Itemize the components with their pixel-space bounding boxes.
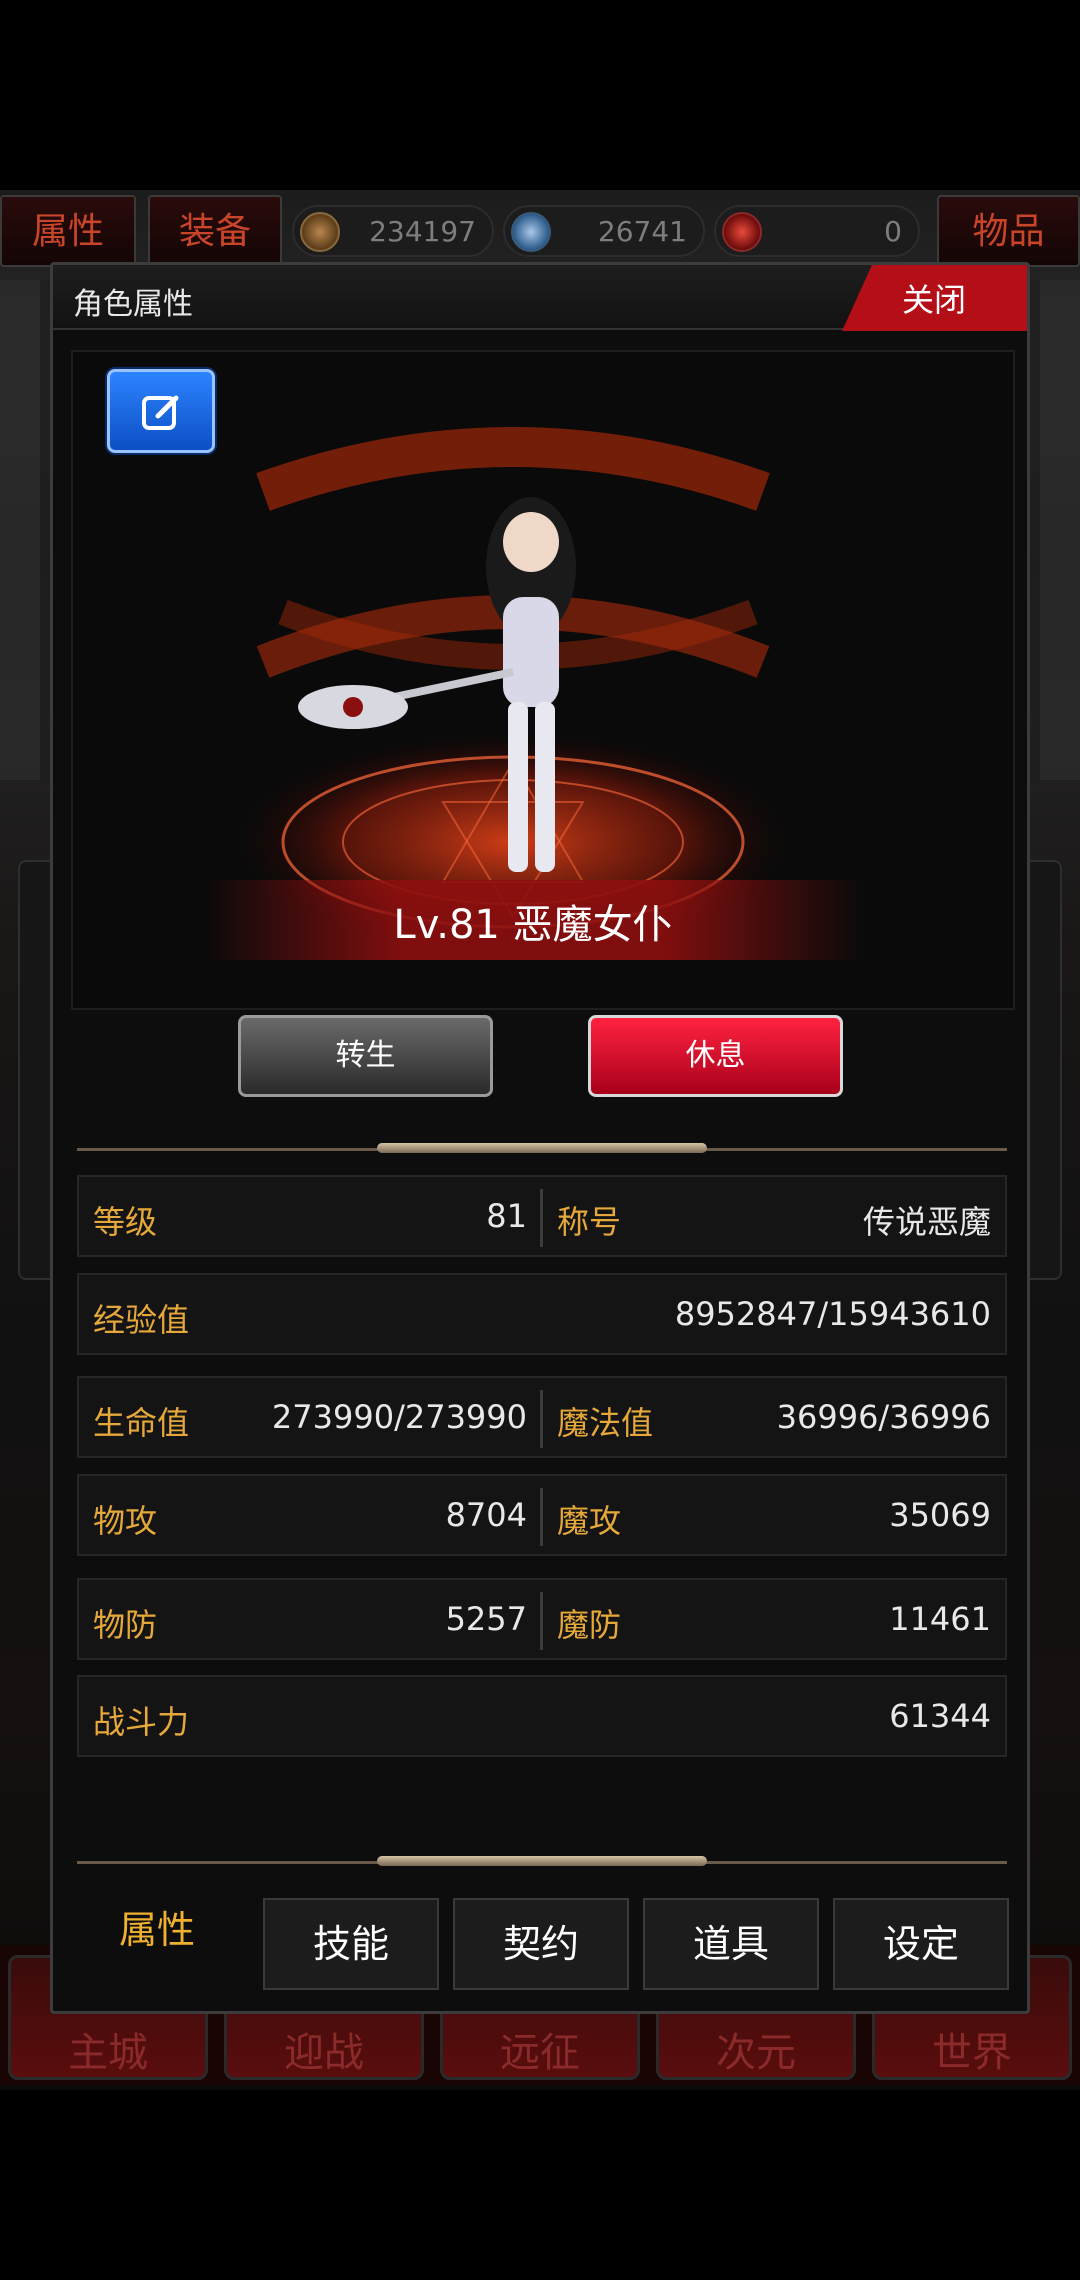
tab-skills[interactable]: 技能 <box>263 1898 439 1990</box>
stat-row-power: 战斗力 61344 <box>77 1675 1007 1757</box>
mp-value: 36996/36996 <box>776 1398 991 1436</box>
tab-attributes-bottom[interactable]: 属性 <box>69 1880 245 2010</box>
magic-attack-label: 魔攻 <box>557 1502 622 1540</box>
magic-defense-label: 魔防 <box>557 1606 622 1644</box>
stat-row-defense: 物防 5257 魔防 11461 <box>77 1578 1007 1660</box>
dialog-title: 角色属性 <box>73 287 193 322</box>
character-attributes-dialog: 角色属性 关闭 Lv.81 恶魔女仆 转生 休息 等级 81 称号 传说恶魔 经… <box>50 262 1030 2014</box>
rest-button[interactable]: 休息 <box>588 1015 843 1097</box>
magic-defense-value: 11461 <box>889 1600 991 1638</box>
stat-row-attack: 物攻 8704 魔攻 35069 <box>77 1474 1007 1556</box>
character-level-name: Lv.81 恶魔女仆 <box>393 902 673 948</box>
tab-items-bottom[interactable]: 道具 <box>643 1898 819 1990</box>
mp-label: 魔法值 <box>557 1404 654 1442</box>
combat-power-label: 战斗力 <box>93 1703 190 1741</box>
combat-power-value: 61344 <box>889 1697 991 1735</box>
blue-gem-icon <box>511 212 551 252</box>
tab-items[interactable]: 物品 <box>937 195 1080 267</box>
dialog-bottom-tabs: 属性 技能 契约 道具 设定 <box>53 1880 1027 2010</box>
hp-value: 273990/273990 <box>271 1398 527 1436</box>
edit-icon <box>142 395 179 430</box>
stat-row-hp-mp: 生命值 273990/273990 魔法值 36996/36996 <box>77 1376 1007 1458</box>
title-value: 传说恶魔 <box>862 1203 991 1241</box>
level-label: 等级 <box>93 1203 158 1241</box>
currency-gold-value: 234197 <box>369 215 476 248</box>
red-gem-icon <box>722 212 762 252</box>
physical-attack-value: 8704 <box>445 1496 527 1534</box>
hp-label: 生命值 <box>93 1404 190 1442</box>
tab-attributes[interactable]: 属性 <box>0 195 136 267</box>
tab-contract[interactable]: 契约 <box>453 1898 629 1990</box>
stat-separator <box>540 1592 543 1650</box>
stat-separator <box>540 1390 543 1448</box>
currency-red: 0 <box>714 205 920 257</box>
exp-value: 8952847/15943610 <box>674 1295 991 1333</box>
currency-gem-value: 26741 <box>597 215 687 248</box>
exp-label: 经验值 <box>93 1301 190 1339</box>
rebirth-button[interactable]: 转生 <box>238 1015 493 1097</box>
divider-top <box>77 1143 1007 1153</box>
stat-separator <box>540 1488 543 1546</box>
magic-attack-value: 35069 <box>889 1496 991 1534</box>
currency-gem: 26741 <box>503 205 705 257</box>
level-value: 81 <box>486 1197 527 1235</box>
close-button[interactable]: 关闭 <box>842 265 1027 331</box>
physical-attack-label: 物攻 <box>93 1502 158 1540</box>
divider-bottom <box>77 1856 1007 1866</box>
currency-gold: 234197 <box>292 205 494 257</box>
stat-row-exp: 经验值 8952847/15943610 <box>77 1273 1007 1355</box>
edit-button[interactable] <box>107 369 215 453</box>
physical-defense-value: 5257 <box>445 1600 527 1638</box>
tab-settings[interactable]: 设定 <box>833 1898 1009 1990</box>
character-name-bar: Lv.81 恶魔女仆 <box>203 880 863 960</box>
currency-red-value: 0 <box>884 215 902 248</box>
title-label: 称号 <box>557 1203 622 1241</box>
tab-equipment[interactable]: 装备 <box>148 195 282 267</box>
stat-separator <box>540 1189 543 1247</box>
dialog-header: 角色属性 关闭 <box>53 265 1027 331</box>
gold-coin-icon <box>300 212 340 252</box>
character-portrait-panel: Lv.81 恶魔女仆 <box>71 350 1015 1010</box>
close-label: 关闭 <box>902 281 967 319</box>
physical-defense-label: 物防 <box>93 1606 158 1644</box>
stat-row-level-title: 等级 81 称号 传说恶魔 <box>77 1175 1007 1257</box>
